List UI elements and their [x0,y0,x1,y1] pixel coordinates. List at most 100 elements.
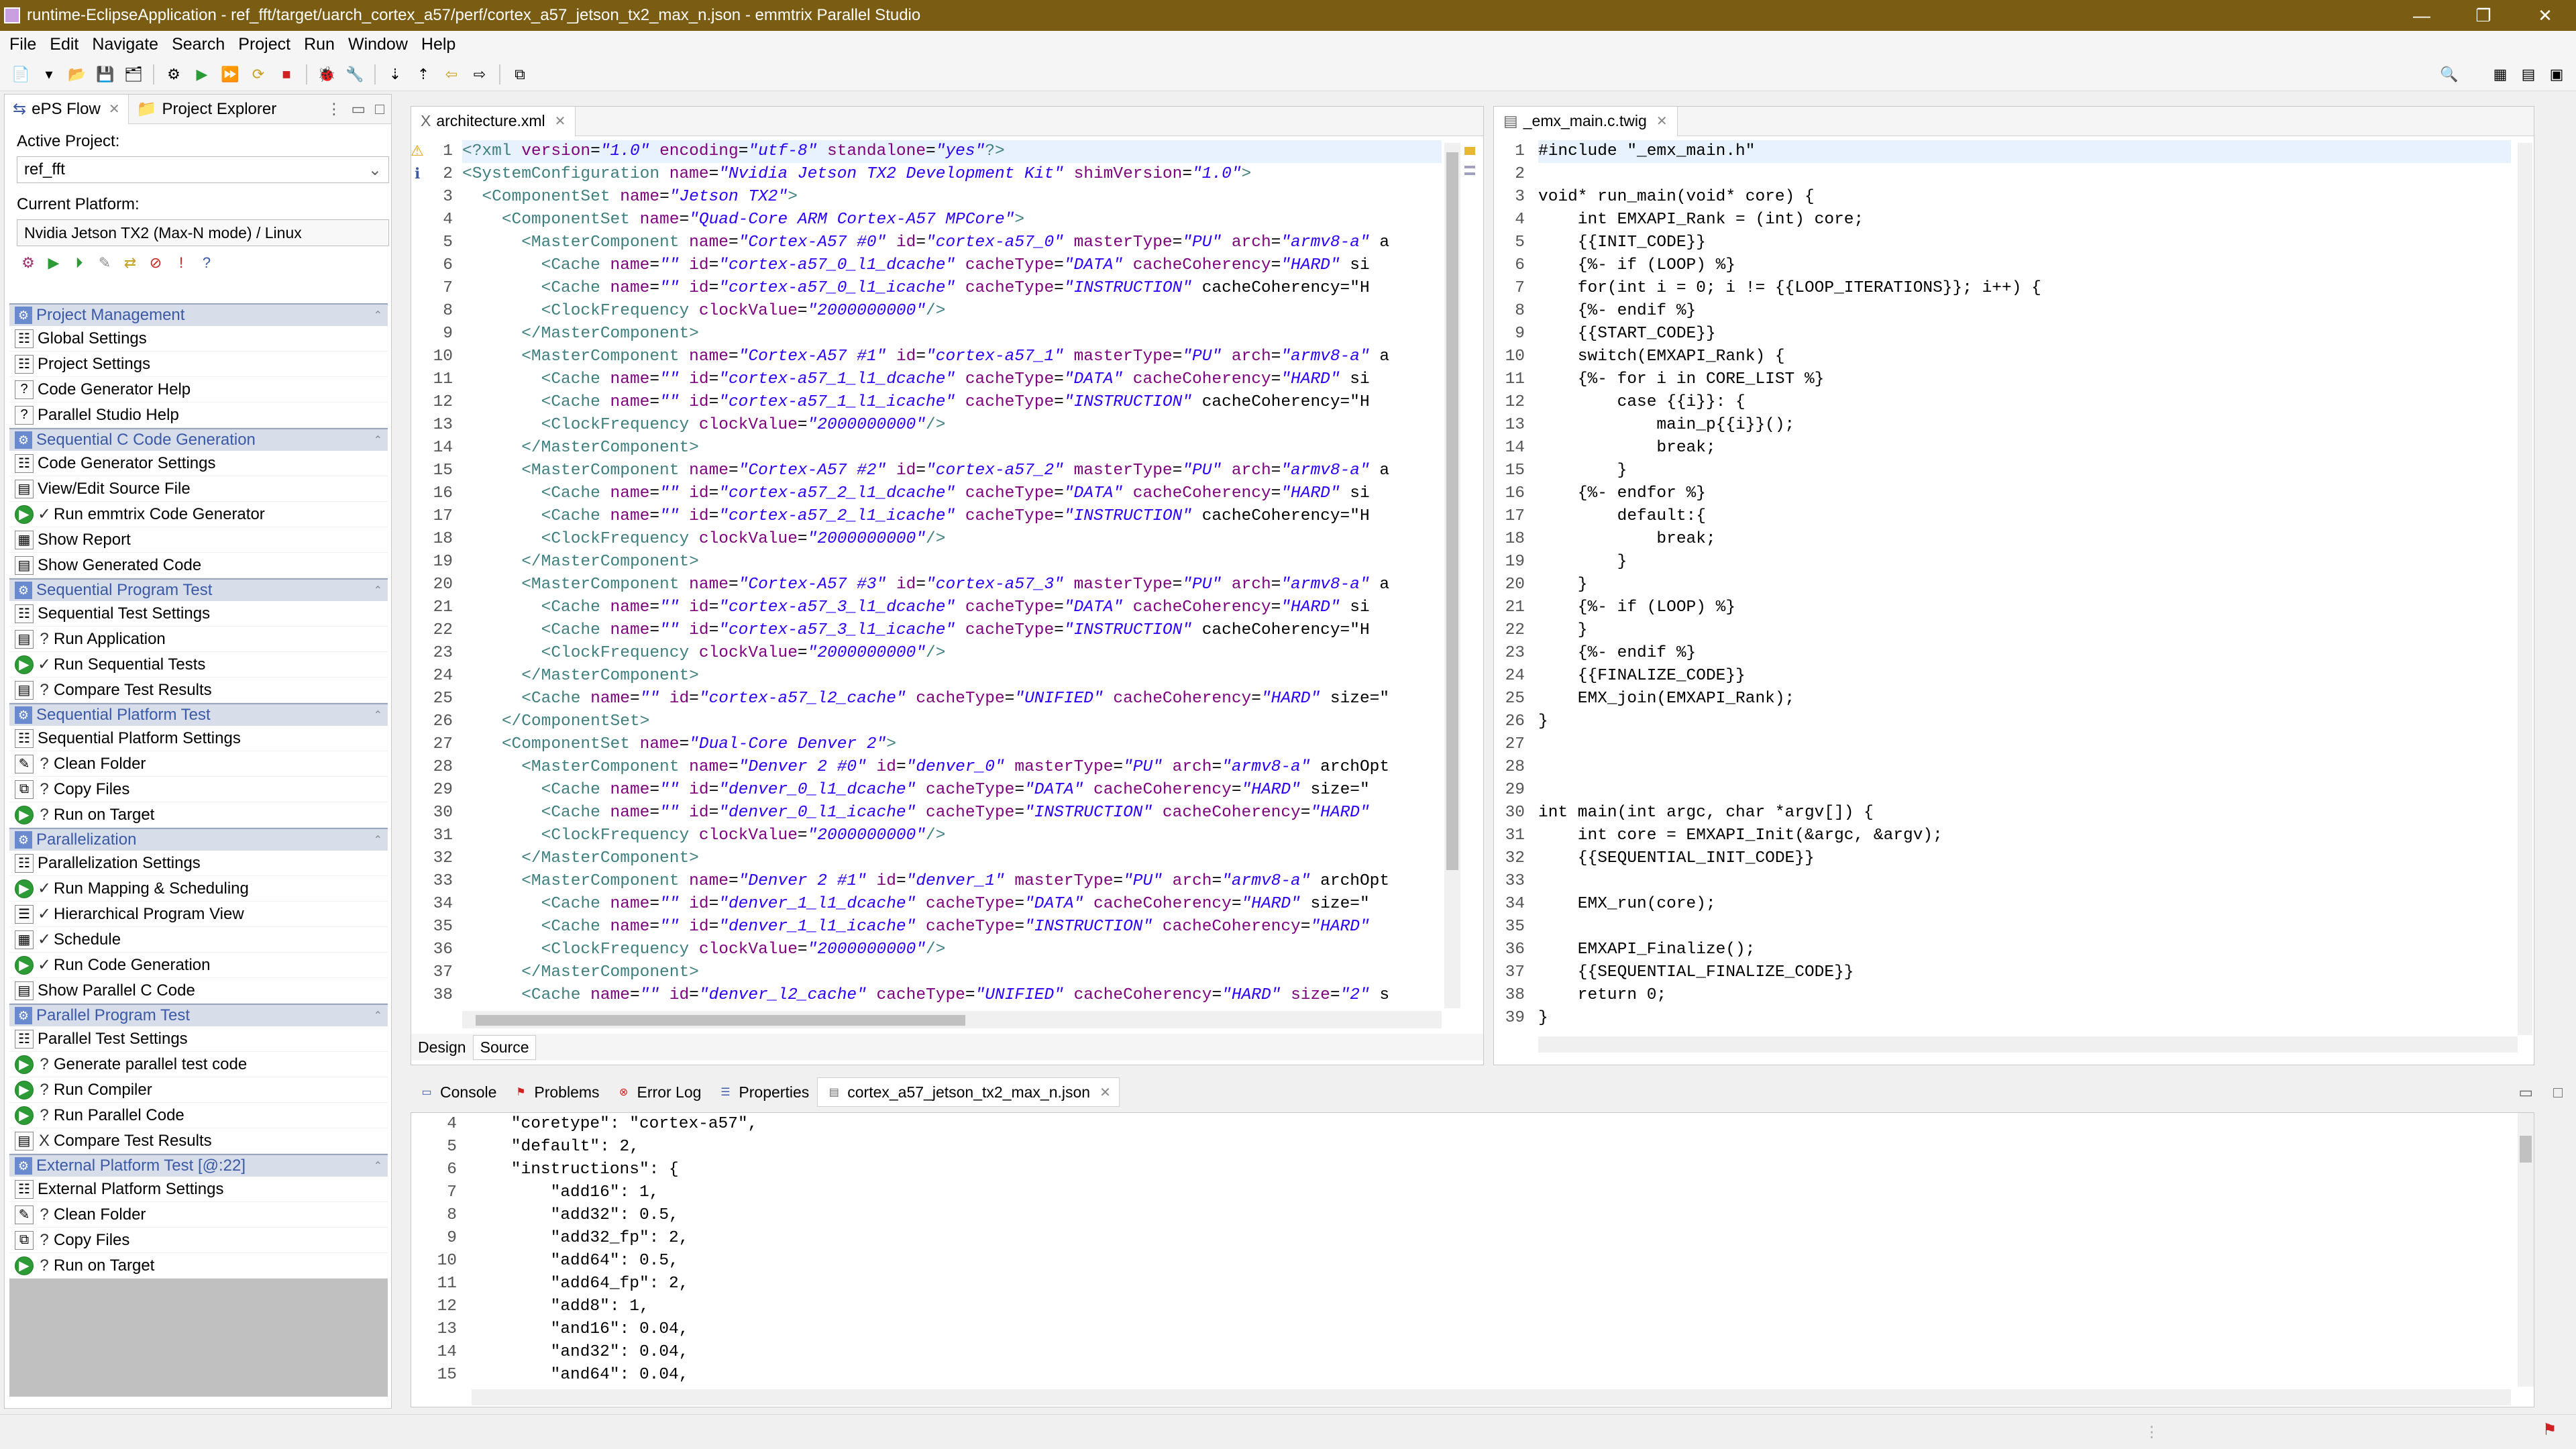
flow-item[interactable]: ▶? Run Compiler [9,1077,388,1103]
save-icon[interactable]: 💾 [95,64,115,85]
collapse-icon[interactable]: ⌃ [374,833,382,847]
flow-item[interactable]: ☷ Parallelization Settings [9,851,388,876]
menu-project[interactable]: Project [238,35,290,54]
minimize-view-icon[interactable]: ▭ [2518,1083,2533,1102]
warning-icon[interactable]: ! [171,253,191,273]
flow-item[interactable]: ☷ Sequential Platform Settings [9,726,388,751]
flow-settings-icon[interactable]: ⚙ [18,253,38,273]
stop-icon[interactable]: ■ [276,64,297,85]
menu-help[interactable]: Help [421,35,455,54]
next-annotation-icon[interactable]: ⇣ [385,64,405,85]
new-dropdown-icon[interactable]: ▾ [39,64,59,85]
close-button[interactable]: ✕ [2514,0,2576,31]
restore-button[interactable]: ❐ [2453,0,2514,31]
close-icon[interactable]: ✕ [555,113,566,129]
flow-item[interactable]: ▤ Show Generated Code [9,553,388,578]
run-all-icon[interactable]: ⏩ [220,64,240,85]
flow-item[interactable]: ▦ ✓ Schedule [9,927,388,953]
close-icon[interactable]: ✕ [109,101,120,117]
twig-horizontal-scrollbar[interactable] [1538,1036,2518,1053]
perspective-java-icon[interactable]: ▤ [2518,64,2538,85]
flow-section-header[interactable]: ⚙ Project Management ⌃ [9,303,388,326]
prev-annotation-icon[interactable]: ⇡ [413,64,433,85]
twig-code-area[interactable]: #include "_emx_main.h" void* run_main(voi… [1538,140,2511,1032]
collapse-icon[interactable]: ⌃ [374,584,382,597]
flow-item[interactable]: ▤ Show Parallel C Code [9,978,388,1004]
menu-search[interactable]: Search [172,35,225,54]
twig-vertical-scrollbar[interactable] [2518,143,2532,1035]
open-perspective-icon[interactable]: ⧉ [510,64,530,85]
json-vertical-scrollbar[interactable] [2518,1113,2534,1387]
tab-problems[interactable]: ⚑ Problems [504,1077,607,1107]
forward-icon[interactable]: ⇨ [470,64,490,85]
xml-code-area[interactable]: <?xml version="1.0" encoding="utf-8" sta… [462,140,1442,1010]
collapse-icon[interactable]: ⌃ [374,433,382,447]
flow-item[interactable]: ▤? Run Application [9,627,388,652]
flow-item[interactable]: ☷ Parallel Test Settings [9,1026,388,1052]
flow-section-header[interactable]: ⚙ Sequential Program Test ⌃ [9,578,388,601]
notification-icon[interactable]: ⚑ [2542,1420,2557,1440]
run-all-icon[interactable]: ▶ [44,253,64,273]
menu-window[interactable]: Window [348,35,408,54]
tab-console[interactable]: ▭ Console [411,1077,504,1107]
flow-item[interactable]: ✎? Clean Folder [9,751,388,777]
xml-vertical-scrollbar[interactable] [1444,143,1460,1008]
help-icon[interactable]: ? [197,253,217,273]
tab-emx-main-twig[interactable]: ▤ _emx_main.c.twig ✕ [1494,106,1678,136]
search-icon[interactable]: 🔍 [2439,64,2459,85]
tab-design[interactable]: Design [411,1038,473,1057]
flow-item[interactable]: ▶? Run Parallel Code [9,1103,388,1128]
flow-item[interactable]: ▶? Run on Target [9,1253,388,1279]
flow-item[interactable]: ⧉? Copy Files [9,777,388,802]
flow-section-header[interactable]: ⚙ Parallel Program Test ⌃ [9,1004,388,1026]
flow-item[interactable]: ▶ ✓ Run emmtrix Code Generator [9,502,388,527]
menu-run[interactable]: Run [304,35,335,54]
maximize-view-icon[interactable]: □ [375,100,384,118]
minimize-view-icon[interactable]: ▭ [351,100,366,118]
run-icon[interactable]: ▶ [192,64,212,85]
stop-all-icon[interactable]: ⊘ [146,253,166,273]
flow-item[interactable]: ▶ ✓ Run Sequential Tests [9,652,388,678]
flow-item[interactable]: ? Parallel Studio Help [9,402,388,428]
xml-horizontal-scrollbar[interactable] [462,1011,1442,1028]
tab-architecture-xml[interactable]: X architecture.xml ✕ [411,106,576,136]
flow-item[interactable]: ☷ External Platform Settings [9,1177,388,1202]
flow-section-header[interactable]: ⚙ Parallelization ⌃ [9,828,388,851]
close-icon[interactable]: ✕ [1656,113,1668,129]
run-selected-icon[interactable]: ⏵ [69,253,89,273]
menu-navigate[interactable]: Navigate [92,35,158,54]
tab-error-log[interactable]: ⊗ Error Log [608,1077,710,1107]
collapse-icon[interactable]: ⌃ [374,1159,382,1173]
build-icon[interactable]: ⚙ [164,64,184,85]
close-icon[interactable]: ✕ [1099,1084,1111,1101]
clean-icon[interactable]: ✎ [95,253,115,273]
debug-icon[interactable]: 🐞 [317,64,337,85]
menu-edit[interactable]: Edit [50,35,78,54]
maximize-view-icon[interactable]: □ [2553,1083,2563,1102]
view-menu-icon[interactable]: ⋮ [326,100,341,118]
flow-item[interactable]: ☷ Code Generator Settings [9,451,388,476]
flow-item[interactable]: ? Code Generator Help [9,377,388,402]
refresh-icon[interactable]: ⟳ [248,64,268,85]
flow-section-header[interactable]: ⚙ Sequential Platform Test ⌃ [9,703,388,726]
flow-item[interactable]: ☷ Project Settings [9,352,388,377]
flow-item[interactable]: ☰ ✓ Hierarchical Program View [9,902,388,927]
sync-icon[interactable]: ⇄ [120,253,140,273]
back-icon[interactable]: ⇦ [441,64,462,85]
flow-item[interactable]: ▤? Compare Test Results [9,678,388,703]
new-icon[interactable]: 📄 [11,64,31,85]
flow-item[interactable]: ▤ View/Edit Source File [9,476,388,502]
tab-eps-flow[interactable]: ⇆ ePS Flow ✕ [5,94,129,124]
tab-json-file[interactable]: ▤ cortex_a57_jetson_tx2_max_n.json ✕ [817,1077,1120,1107]
collapse-icon[interactable]: ⌃ [374,1009,382,1022]
flow-item[interactable]: ▶ ✓ Run Code Generation [9,953,388,978]
flow-item[interactable]: ☷ Sequential Test Settings [9,601,388,627]
flow-item[interactable]: ☷ Global Settings [9,326,388,352]
flow-item[interactable]: ▶ ✓ Run Mapping & Scheduling [9,876,388,902]
collapse-icon[interactable]: ⌃ [374,309,382,322]
flow-item[interactable]: ▶? Generate parallel test code [9,1052,388,1077]
perspective-icon[interactable]: ▦ [2490,64,2510,85]
json-horizontal-scrollbar[interactable] [472,1389,2511,1405]
flow-section-header[interactable]: ⚙ External Platform Test [@:22] ⌃ [9,1154,388,1177]
flow-item[interactable]: ▦ Show Report [9,527,388,553]
